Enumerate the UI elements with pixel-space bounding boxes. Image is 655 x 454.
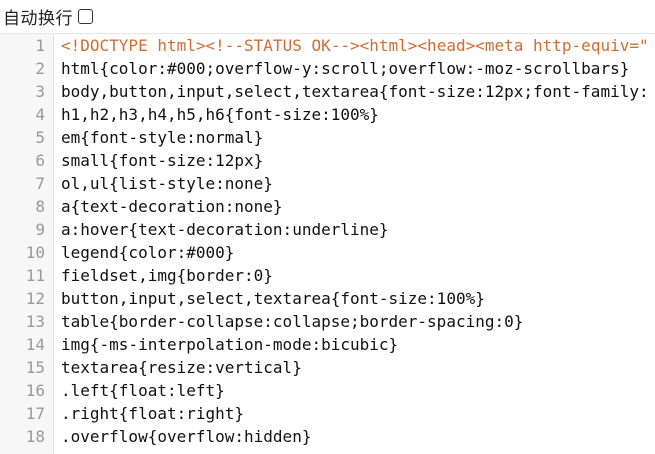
code-line[interactable]: legend{color:#000} xyxy=(54,241,655,264)
code-area[interactable]: <!DOCTYPE html><!--STATUS OK--><html><he… xyxy=(54,34,655,454)
code-line[interactable]: small{font-size:12px} xyxy=(54,149,655,172)
line-number: 7 xyxy=(35,174,45,193)
code-token: button,input,select,textarea{font-size:1… xyxy=(61,289,485,308)
html-tag-token: <!DOCTYPE html> xyxy=(61,36,206,55)
code-token: legend{color:#000} xyxy=(61,243,235,262)
code-token: textarea{resize:vertical} xyxy=(61,358,302,377)
line-number: 3 xyxy=(35,82,45,101)
code-token: ol,ul{list-style:none} xyxy=(61,174,273,193)
code-line[interactable]: a:hover{text-decoration:underline} xyxy=(54,218,655,241)
word-wrap-label: 自动换行 xyxy=(3,9,73,29)
line-number: 16 xyxy=(25,381,45,400)
code-token: .overflow{overflow:hidden} xyxy=(61,427,312,446)
line-number: 11 xyxy=(25,266,45,285)
code-line[interactable]: body,button,input,select,textarea{font-s… xyxy=(54,80,655,103)
code-line[interactable]: a{text-decoration:none} xyxy=(54,195,655,218)
line-number: 17 xyxy=(25,404,45,423)
code-line[interactable]: ol,ul{list-style:none} xyxy=(54,172,655,195)
html-tag-token: <head> xyxy=(417,36,476,55)
code-line[interactable]: <!DOCTYPE html><!--STATUS OK--><html><he… xyxy=(54,34,655,57)
word-wrap-checkbox[interactable] xyxy=(78,9,93,24)
code-token: a:hover{text-decoration:underline} xyxy=(61,220,389,239)
code-line[interactable]: textarea{resize:vertical} xyxy=(54,356,655,379)
line-number: 15 xyxy=(25,358,45,377)
code-line[interactable]: button,input,select,textarea{font-size:1… xyxy=(54,287,655,310)
html-tag-token: <meta http-equiv=" xyxy=(475,36,649,55)
line-number: 14 xyxy=(25,335,45,354)
code-token: html{color:#000;overflow-y:scroll;overfl… xyxy=(61,59,630,78)
line-number: 2 xyxy=(35,59,45,78)
code-line[interactable]: em{font-style:normal} xyxy=(54,126,655,149)
code-token: img{-ms-interpolation-mode:bicubic} xyxy=(61,335,399,354)
line-number: 8 xyxy=(35,197,45,216)
line-number: 13 xyxy=(25,312,45,331)
code-token: .right{float:right} xyxy=(61,404,245,423)
code-line[interactable]: .right{float:right} xyxy=(54,402,655,425)
code-line[interactable]: img{-ms-interpolation-mode:bicubic} xyxy=(54,333,655,356)
code-editor[interactable]: 1 2 3 4 5 6 7 8 9 10 11 12 13 14 15 16 17 18 <!DOCTYPE ht… xyxy=(0,34,655,454)
line-number: 10 xyxy=(25,243,45,262)
code-line[interactable]: .overflow{overflow:hidden} xyxy=(54,425,655,448)
line-number: 12 xyxy=(25,289,45,308)
code-line[interactable]: h1,h2,h3,h4,h5,h6{font-size:100%} xyxy=(54,103,655,126)
code-line[interactable]: html{color:#000;overflow-y:scroll;overfl… xyxy=(54,57,655,80)
line-number-gutter: 1 2 3 4 5 6 7 8 9 10 11 12 13 14 15 16 17 18 xyxy=(0,34,54,454)
code-line[interactable]: .left{float:left} xyxy=(54,379,655,402)
code-token: a{text-decoration:none} xyxy=(61,197,283,216)
html-tag-token: <!--STATUS OK--> xyxy=(205,36,360,55)
line-number: 1 xyxy=(35,36,45,55)
line-number: 9 xyxy=(35,220,45,239)
line-number: 4 xyxy=(35,105,45,124)
code-token: em{font-style:normal} xyxy=(61,128,264,147)
code-line[interactable]: table{border-collapse:collapse;border-sp… xyxy=(54,310,655,333)
editor-toolbar: 自动换行 xyxy=(0,0,655,34)
html-tag-token: <html> xyxy=(359,36,418,55)
code-token: table{border-collapse:collapse;border-sp… xyxy=(61,312,524,331)
line-number: 6 xyxy=(35,151,45,170)
code-token: fieldset,img{border:0} xyxy=(61,266,273,285)
code-token: h1,h2,h3,h4,h5,h6{font-size:100%} xyxy=(61,105,379,124)
line-number: 5 xyxy=(35,128,45,147)
code-token: small{font-size:12px} xyxy=(61,151,264,170)
code-line[interactable]: fieldset,img{border:0} xyxy=(54,264,655,287)
code-token: body,button,input,select,textarea{font-s… xyxy=(61,82,649,101)
line-number: 18 xyxy=(25,427,45,446)
code-token: .left{float:left} xyxy=(61,381,225,400)
